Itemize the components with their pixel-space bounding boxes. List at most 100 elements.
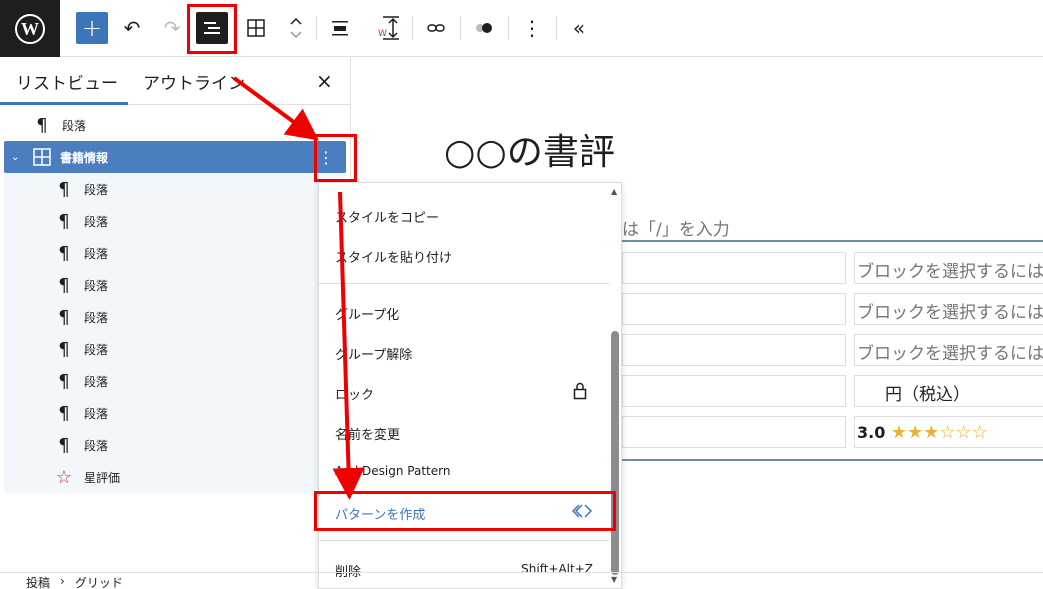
star-filled-icon: ★ [907,422,924,443]
paragraph-icon: ¶ [58,242,70,264]
rating-stars: ★★★☆☆☆ [890,422,988,443]
tree-item[interactable]: ¶ 段落 [4,365,346,397]
tree-item[interactable]: ¶ 段落 [4,333,346,365]
tree-item[interactable]: ¶ 段落 [4,237,346,269]
tree-item[interactable]: ¶ 段落 [4,205,346,237]
page-title[interactable]: ○○の書評 [444,123,615,175]
tree-item[interactable]: ¶ 段落 [4,109,346,141]
tree-item[interactable]: ☆ 星評価 [4,461,346,493]
table-cell[interactable]: ブロックを選択するには [854,334,1043,366]
table-cell[interactable]: ブロックを選択するには [854,293,1043,325]
tab-list-view[interactable]: リストビュー [16,69,118,94]
tree-item-label: 段落 [84,406,109,421]
toolbar-divider [316,16,317,40]
highlight-box-options [314,134,357,182]
tree-item-label: 段落 [84,246,109,261]
tree-item[interactable]: ¶ 段落 [4,429,346,461]
tree-item-label: 星評価 [84,470,121,485]
paragraph-icon: ¶ [58,210,70,232]
tab-outline[interactable]: アウトライン [143,69,245,94]
block-tree: ¶ 段落 ⌄ 書籍情報 ⋮ ¶ 段落 ¶ 段落 ¶ 段落 ¶ 段落 ¶ 段落 ¶ 段落 ¶ 段… [4,109,346,493]
paragraph-icon: ¶ [58,274,70,296]
style-toggle-button[interactable] [468,12,500,44]
table-cell[interactable] [622,334,846,366]
height-button[interactable]: W [374,12,406,44]
star-filled-icon: ★ [890,422,908,443]
collapse-toolbar-button[interactable]: « [563,12,595,44]
tree-item-selected[interactable]: ⌄ 書籍情報 ⋮ [4,141,346,173]
undo-icon: ↶ [123,16,141,40]
table-cell[interactable] [622,375,846,407]
price-cell[interactable]: 円（税込） [854,375,1043,407]
tree-item-label: 段落 [84,374,109,389]
lock-icon [573,382,587,400]
menu-item-lock[interactable]: ロック [335,384,374,403]
block-placeholder[interactable]: は「/」を入力 [622,215,730,240]
menu-item-add-design-pattern[interactable]: Add Design Pattern [335,464,450,478]
star-empty-icon: ☆ [939,422,956,443]
paragraph-icon: ¶ [36,114,48,136]
menu-item-rename[interactable]: 名前を変更 [335,424,400,443]
tree-item[interactable]: ¶ 段落 [4,173,346,205]
vertical-ellipsis-icon: ⋮ [522,16,542,40]
table-cell[interactable] [622,252,846,284]
star-empty-icon: ☆ [955,422,972,443]
undo-button[interactable]: ↶ [116,12,148,44]
wordpress-icon: W [15,13,45,44]
close-icon: × [316,69,333,93]
toggle-icon [476,23,492,33]
align-wide-icon [332,21,348,36]
breadcrumb-separator: › [60,574,65,588]
menu-item-copy-styles[interactable]: スタイルをコピー [335,207,439,226]
tree-item-label: 段落 [84,182,109,197]
table-cell[interactable] [622,416,846,448]
paragraph-icon: ¶ [58,370,70,392]
tree-item[interactable]: ¶ 段落 [4,397,346,429]
wordpress-logo[interactable]: W [0,0,60,57]
rating-cell[interactable]: 3.0 ★★★☆☆☆ [854,416,1043,448]
add-block-button[interactable]: + [76,12,108,44]
star-outline-icon: ☆ [55,466,73,488]
svg-text:W: W [21,19,39,39]
scroll-up-icon[interactable]: ▲ [611,187,617,196]
link-button[interactable] [420,12,452,44]
table-cell[interactable] [622,293,846,325]
paragraph-icon: ¶ [58,402,70,424]
toolbar-divider [556,16,557,40]
more-options-button[interactable]: ⋮ [516,12,548,44]
block-mover[interactable] [282,12,310,44]
tree-item-label: 段落 [84,310,109,325]
table-icon [33,148,51,166]
tree-item[interactable]: ¶ 段落 [4,269,346,301]
redo-icon: ↷ [163,16,181,40]
menu-item-group[interactable]: グループ化 [335,304,399,323]
height-icon: W [378,16,399,40]
highlight-box-create-pattern [314,491,616,531]
chevron-down-icon[interactable]: ⌄ [11,152,19,163]
menu-divider [319,540,609,541]
close-sidebar-button[interactable]: × [316,69,333,93]
menu-divider [319,283,609,284]
tree-item-label: 段落 [62,118,87,133]
active-tab-indicator [0,102,128,105]
star-empty-icon: ☆ [971,422,988,443]
redo-button[interactable]: ↷ [156,12,188,44]
tree-item-label: 段落 [84,438,109,453]
table-icon [247,19,265,37]
table-cell[interactable]: ブロックを選択するには [854,252,1043,284]
menu-item-ungroup[interactable]: グループ解除 [335,344,412,363]
scrollbar-thumb[interactable] [611,331,619,575]
breadcrumb: 投稿 › グリッド [0,572,1043,589]
menu-item-paste-styles[interactable]: スタイルを貼り付け [335,247,452,266]
tree-item-label: 書籍情報 [60,150,109,165]
breadcrumb-item[interactable]: グリッド [75,574,123,589]
tree-item-label: 段落 [84,214,109,229]
svg-text:W: W [378,29,387,39]
tree-item[interactable]: ¶ 段落 [4,301,346,333]
chevron-up-down-icon [290,17,302,39]
align-button[interactable] [324,12,356,44]
table-block-button[interactable] [240,12,272,44]
breadcrumb-item[interactable]: 投稿 [26,574,50,589]
star-filled-icon: ★ [923,422,940,443]
tree-item-label: 段落 [84,342,109,357]
